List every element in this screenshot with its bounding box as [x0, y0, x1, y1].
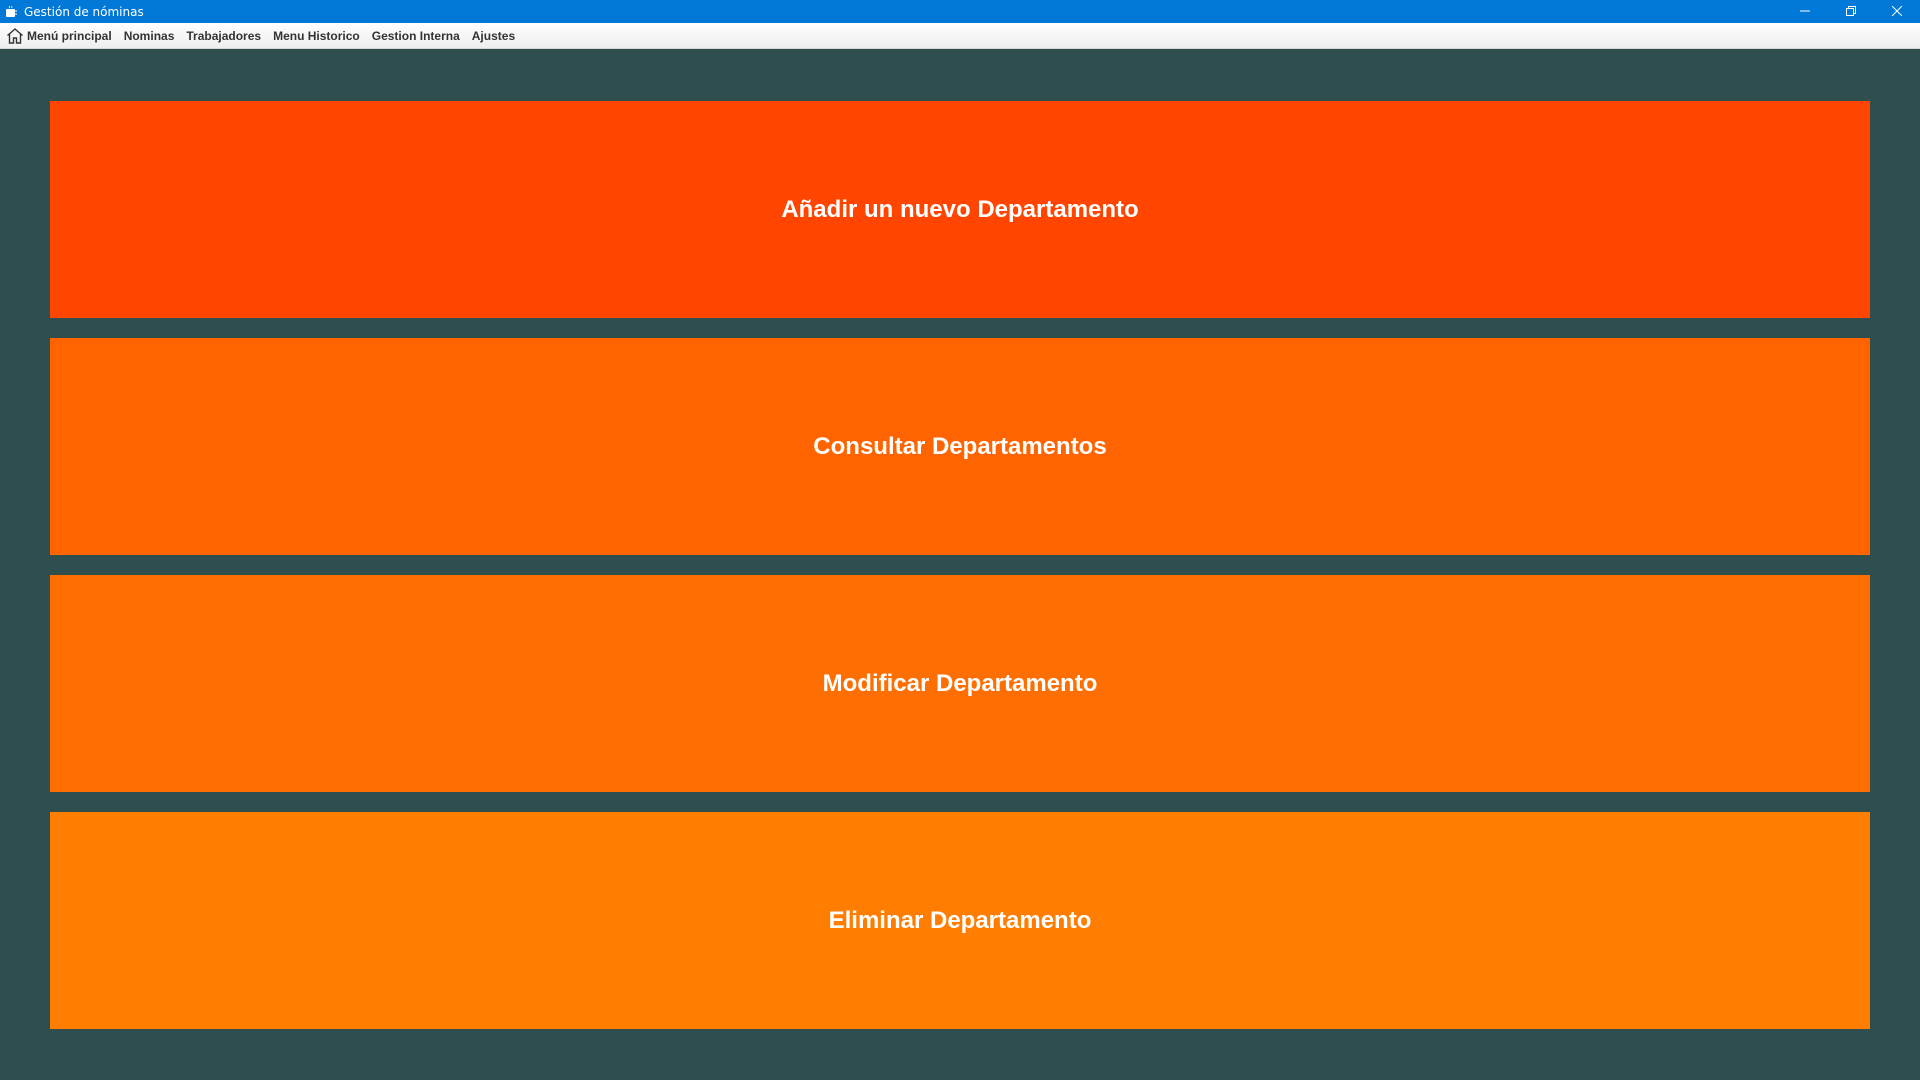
menu-item-menu-principal[interactable]: Menú principal [0, 23, 118, 49]
menu-item-label: Trabajadores [186, 28, 262, 43]
window-controls [1782, 0, 1920, 23]
window-titlebar: Gestión de nóminas [0, 0, 1920, 23]
menu-item-label: Menu Historico [273, 28, 360, 43]
close-button[interactable] [1874, 0, 1920, 23]
menu-item-nominas[interactable]: Nominas [118, 23, 181, 49]
menu-item-ajustes[interactable]: Ajustes [466, 23, 521, 49]
view-departments-label: Consultar Departamentos [813, 432, 1107, 460]
window-title: Gestión de nóminas [24, 4, 144, 19]
add-department-label: Añadir un nuevo Departamento [781, 195, 1139, 223]
modify-department-label: Modificar Departamento [822, 669, 1098, 697]
minimize-icon [1800, 3, 1810, 21]
minimize-button[interactable] [1782, 0, 1828, 23]
menu-item-gestion-interna[interactable]: Gestion Interna [366, 23, 466, 49]
menu-bar: Menú principal Nominas Trabajadores Menu… [0, 23, 1920, 49]
main-content: Añadir un nuevo Departamento Consultar D… [0, 50, 1920, 1080]
menu-item-label: Gestion Interna [371, 28, 460, 43]
java-app-icon [4, 5, 18, 19]
menu-item-label: Ajustes [471, 28, 516, 43]
close-icon [1891, 3, 1903, 21]
restore-icon [1846, 3, 1856, 21]
menu-item-trabajadores[interactable]: Trabajadores [180, 23, 267, 49]
menu-item-label: Menú principal [27, 28, 112, 43]
add-department-button[interactable]: Añadir un nuevo Departamento [50, 101, 1870, 318]
delete-department-label: Eliminar Departamento [828, 906, 1092, 934]
delete-department-button[interactable]: Eliminar Departamento [50, 812, 1870, 1029]
menu-item-menu-historico[interactable]: Menu Historico [267, 23, 366, 49]
restore-button[interactable] [1828, 0, 1874, 23]
view-departments-button[interactable]: Consultar Departamentos [50, 338, 1870, 555]
menu-item-label: Nominas [123, 28, 175, 43]
modify-department-button[interactable]: Modificar Departamento [50, 575, 1870, 792]
home-icon [6, 27, 24, 45]
